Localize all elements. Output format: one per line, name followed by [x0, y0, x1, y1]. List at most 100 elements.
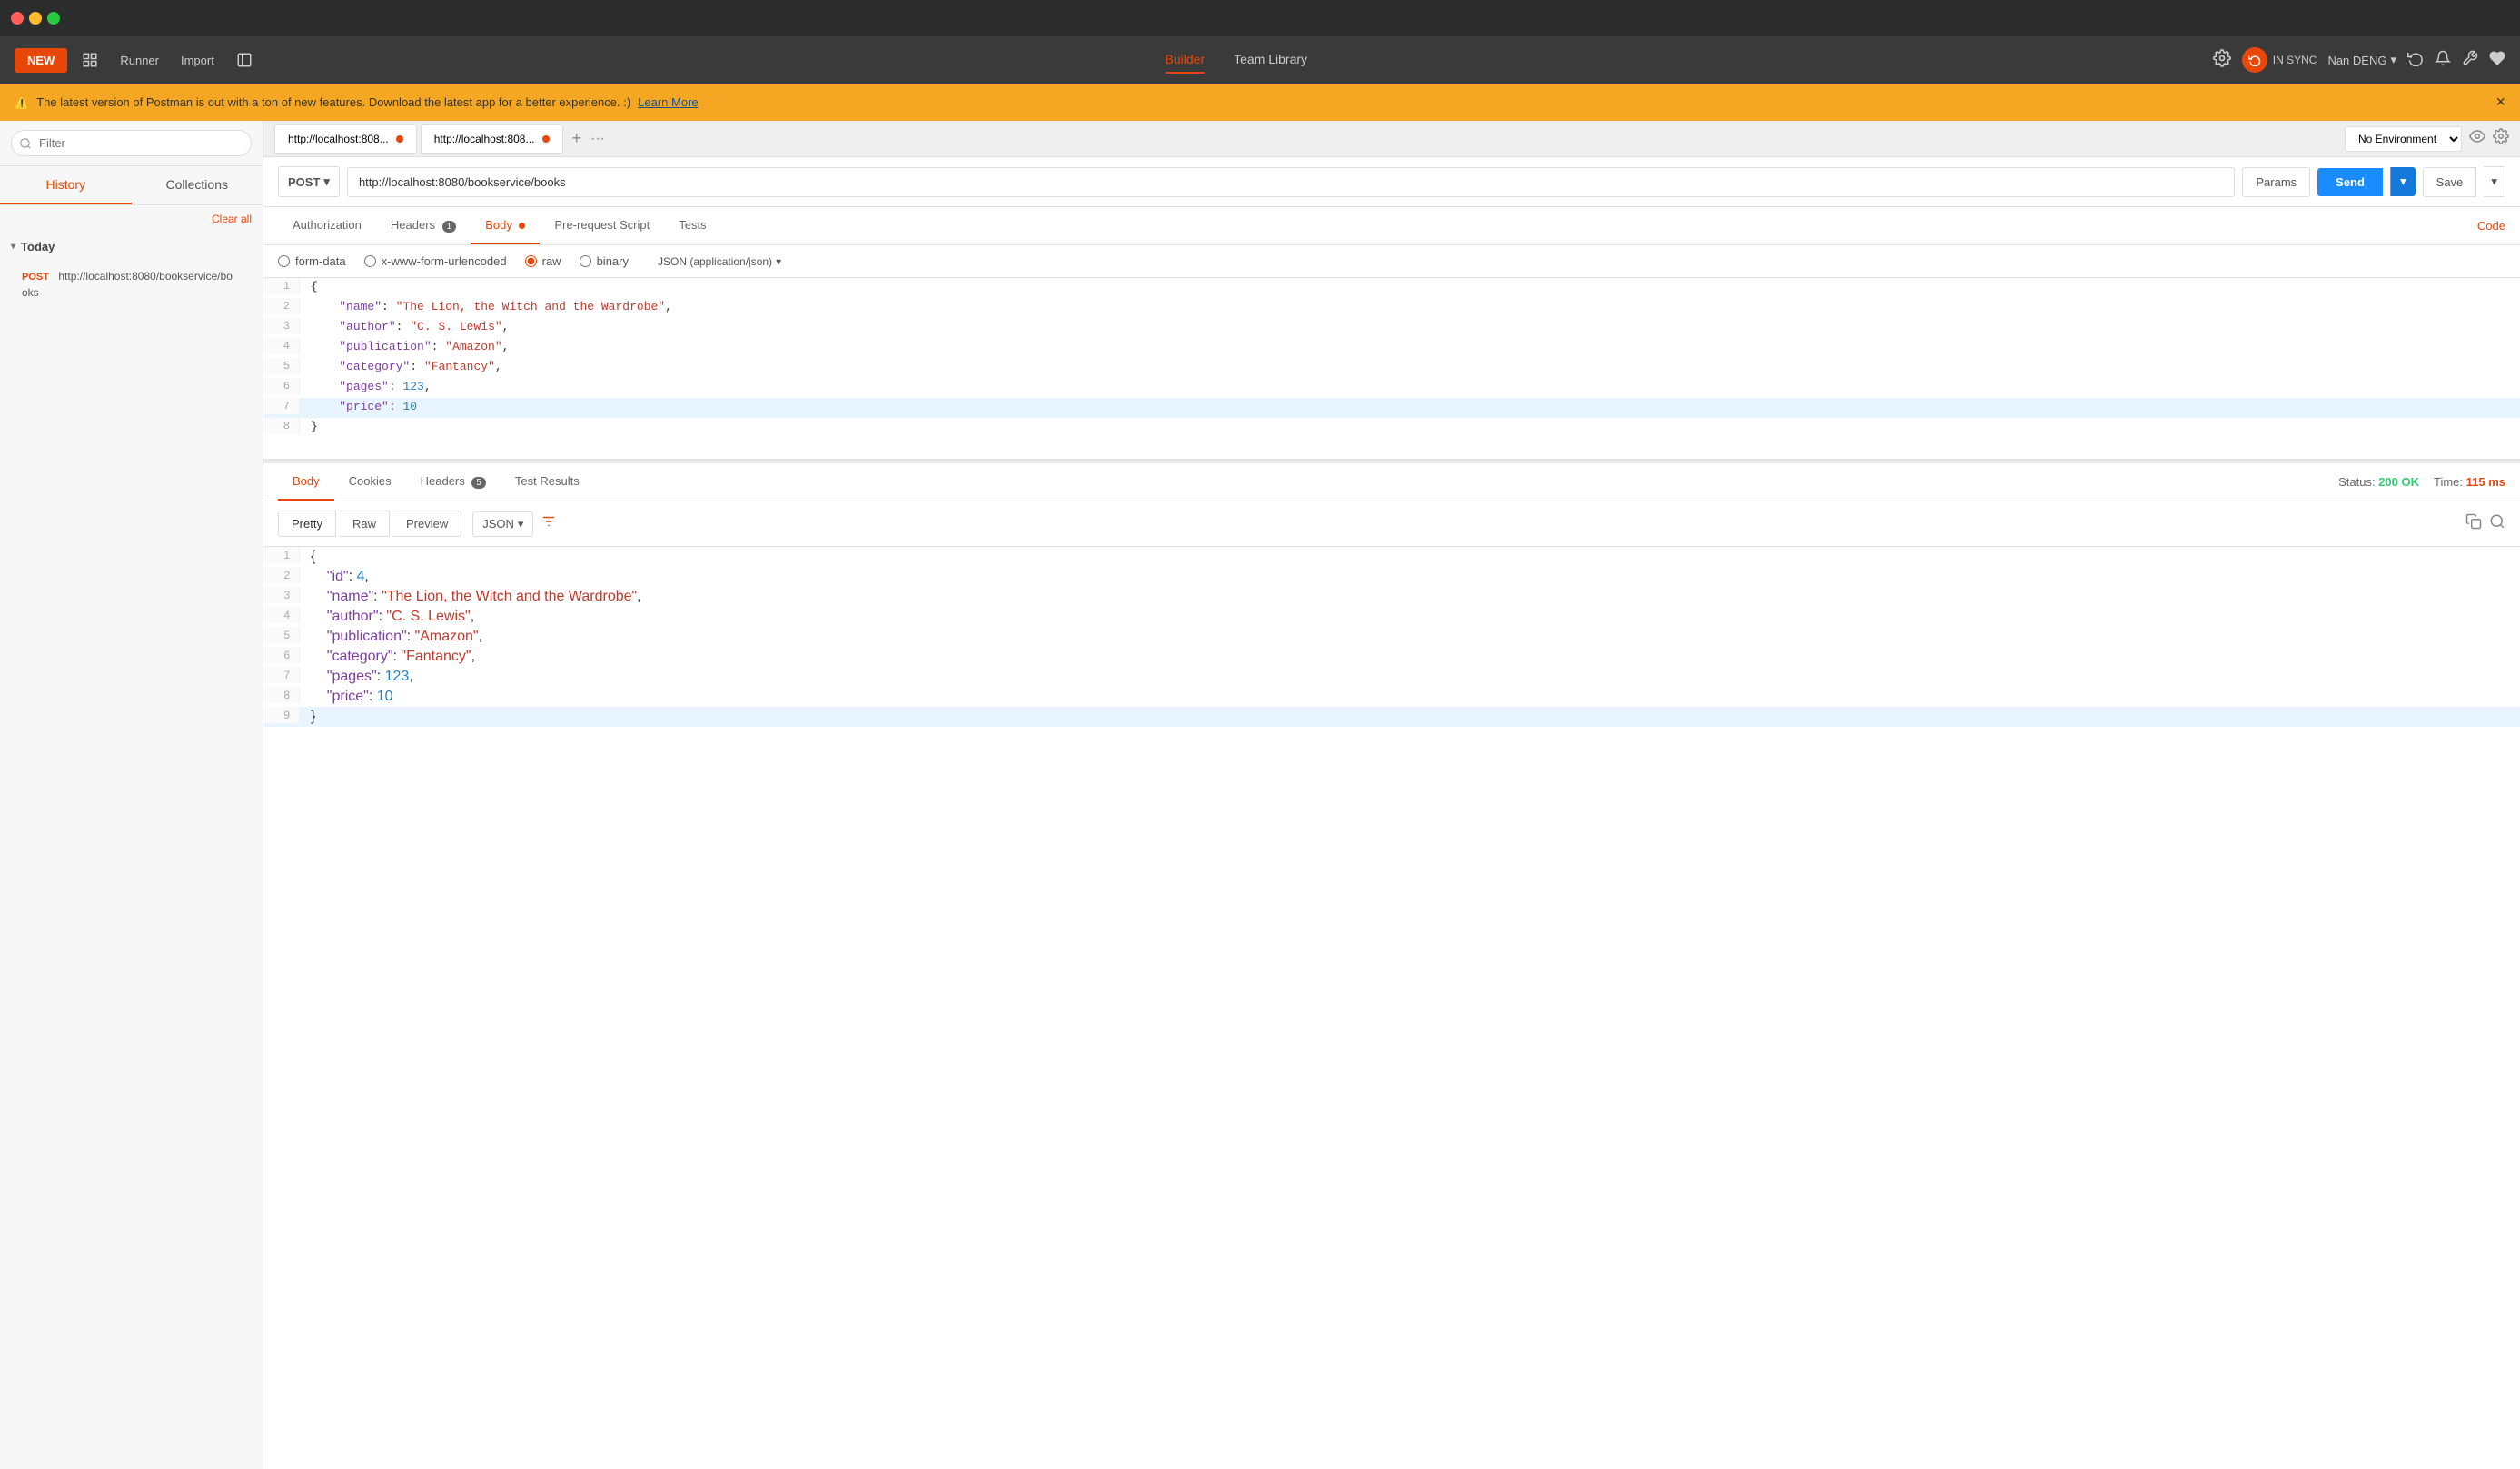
response-tab-headers[interactable]: Headers 5 — [406, 463, 501, 501]
traffic-lights — [11, 12, 60, 25]
new-button[interactable]: NEW — [15, 48, 67, 73]
tab-tests[interactable]: Tests — [664, 207, 720, 244]
tab-authorization[interactable]: Authorization — [278, 207, 376, 244]
tab-headers[interactable]: Headers 1 — [376, 207, 471, 244]
environment-select[interactable]: No Environment — [2345, 126, 2462, 152]
layout-icon — [82, 52, 98, 68]
tab-2[interactable]: http://localhost:808... — [421, 124, 563, 154]
notification-banner: ⚠️ The latest version of Postman is out … — [0, 84, 2520, 121]
history-url: http://localhost:8080/bookservice/books — [22, 270, 233, 299]
params-button[interactable]: Params — [2242, 167, 2310, 197]
url-input[interactable] — [347, 167, 2235, 197]
chevron-down-icon: ▾ — [11, 242, 15, 252]
time-label: Time: 115 ms — [2434, 475, 2505, 489]
gear-button[interactable] — [2493, 128, 2509, 149]
code-line-3: 3 "author": "C. S. Lewis", — [263, 318, 2520, 338]
response-view-tabs: Pretty Raw Preview JSON ▾ — [263, 501, 2520, 547]
response-tab-test-results[interactable]: Test Results — [501, 463, 594, 501]
add-tab-button[interactable]: + — [567, 129, 588, 148]
runner-label: Runner — [120, 54, 159, 67]
notification-button[interactable] — [2435, 50, 2451, 71]
save-dropdown-button[interactable]: ▾ — [2484, 166, 2505, 197]
settings-button[interactable] — [2213, 49, 2231, 72]
today-section[interactable]: ▾ Today — [0, 233, 263, 261]
res-code-line-7: 7 "pages": 123, — [263, 667, 2520, 687]
user-name: Nan DENG — [2327, 54, 2386, 67]
send-button[interactable]: Send — [2317, 168, 2383, 196]
warning-icon: ⚠️ — [15, 95, 29, 110]
raw-option[interactable]: raw — [525, 254, 561, 268]
response-tabs-row: Body Cookies Headers 5 Test Results Stat… — [263, 463, 2520, 501]
binary-radio[interactable] — [580, 255, 591, 267]
raw-radio[interactable] — [525, 255, 537, 267]
builder-tab[interactable]: Builder — [1166, 46, 1205, 74]
layout-icon-button[interactable] — [74, 46, 105, 74]
form-data-option[interactable]: form-data — [278, 254, 346, 268]
import-button[interactable]: Import — [174, 48, 222, 73]
runner-button[interactable]: Runner — [113, 48, 166, 73]
user-menu-button[interactable]: Nan DENG ▾ — [2327, 53, 2396, 67]
response-tab-body[interactable]: Body — [278, 463, 334, 501]
response-actions — [2465, 513, 2505, 534]
save-button[interactable]: Save — [2423, 167, 2477, 197]
today-label: Today — [21, 240, 55, 253]
code-line-8: 8 } — [263, 418, 2520, 438]
request-tabs: Authorization Headers 1 Body Pre-request… — [263, 207, 2520, 245]
body-dot-indicator — [519, 223, 525, 229]
clear-all-button[interactable]: Clear all — [212, 213, 252, 225]
body-options: form-data x-www-form-urlencoded raw bina… — [263, 245, 2520, 278]
minimize-button[interactable] — [29, 12, 42, 25]
send-dropdown-button[interactable]: ▾ — [2390, 167, 2416, 196]
response-status: Status: 200 OK Time: 115 ms — [2338, 475, 2505, 489]
refresh-button[interactable] — [2407, 50, 2424, 71]
banner-message: The latest version of Postman is out wit… — [36, 95, 630, 109]
tab-body[interactable]: Body — [471, 207, 540, 244]
status-label: Status: 200 OK — [2338, 475, 2419, 489]
titlebar — [0, 0, 2520, 36]
search-response-button[interactable] — [2489, 513, 2505, 534]
code-line-7: 7 "price": 10 — [263, 398, 2520, 418]
filter-input[interactable] — [11, 130, 252, 156]
code-link-button[interactable]: Code — [2477, 219, 2505, 233]
method-badge: POST — [22, 272, 49, 283]
preview-tab[interactable]: Preview — [393, 511, 461, 537]
response-tab-cookies[interactable]: Cookies — [334, 463, 406, 501]
headers-badge: 1 — [442, 221, 457, 233]
banner-close-button[interactable]: × — [2495, 93, 2505, 112]
copy-response-button[interactable] — [2465, 513, 2482, 534]
response-code-editor[interactable]: 1 { 2 "id": 4, 3 "name": "The Lion, the … — [263, 547, 2520, 1469]
wrench-button[interactable] — [2462, 50, 2478, 71]
tab-pre-request[interactable]: Pre-request Script — [540, 207, 664, 244]
collections-tab[interactable]: Collections — [132, 166, 263, 204]
urlencoded-option[interactable]: x-www-form-urlencoded — [364, 254, 507, 268]
form-data-radio[interactable] — [278, 255, 290, 267]
learn-more-link[interactable]: Learn More — [638, 95, 698, 109]
res-code-line-6: 6 "category": "Fantancy", — [263, 647, 2520, 667]
tab-1[interactable]: http://localhost:808... — [274, 124, 417, 154]
new-tab-button[interactable] — [229, 46, 260, 74]
res-code-line-4: 4 "author": "C. S. Lewis", — [263, 607, 2520, 627]
maximize-button[interactable] — [47, 12, 60, 25]
sidebar-tabs: History Collections — [0, 166, 263, 205]
raw-tab[interactable]: Raw — [340, 511, 390, 537]
method-select[interactable]: POST ▾ — [278, 166, 340, 197]
filter-icon — [541, 513, 557, 530]
urlencoded-radio[interactable] — [364, 255, 376, 267]
time-value: 115 ms — [2466, 475, 2505, 489]
history-tab[interactable]: History — [0, 166, 132, 204]
heart-icon — [2489, 50, 2505, 66]
heart-button[interactable] — [2489, 50, 2505, 71]
eye-button[interactable] — [2469, 128, 2485, 149]
json-type-select[interactable]: JSON (application/json) ▾ — [658, 255, 781, 268]
tab-1-label: http://localhost:808... — [288, 133, 389, 145]
format-select[interactable]: JSON ▾ — [472, 511, 533, 537]
binary-option[interactable]: binary — [580, 254, 629, 268]
more-tabs-button[interactable]: ··· — [590, 131, 605, 147]
history-item[interactable]: POST http://localhost:8080/bookservice/b… — [0, 261, 263, 308]
close-button[interactable] — [11, 12, 24, 25]
request-code-editor[interactable]: 1 { 2 "name": "The Lion, the Witch and t… — [263, 278, 2520, 460]
team-library-tab[interactable]: Team Library — [1234, 46, 1307, 74]
pretty-tab[interactable]: Pretty — [278, 511, 336, 537]
method-value: POST — [288, 175, 320, 189]
filter-button[interactable] — [541, 513, 557, 534]
